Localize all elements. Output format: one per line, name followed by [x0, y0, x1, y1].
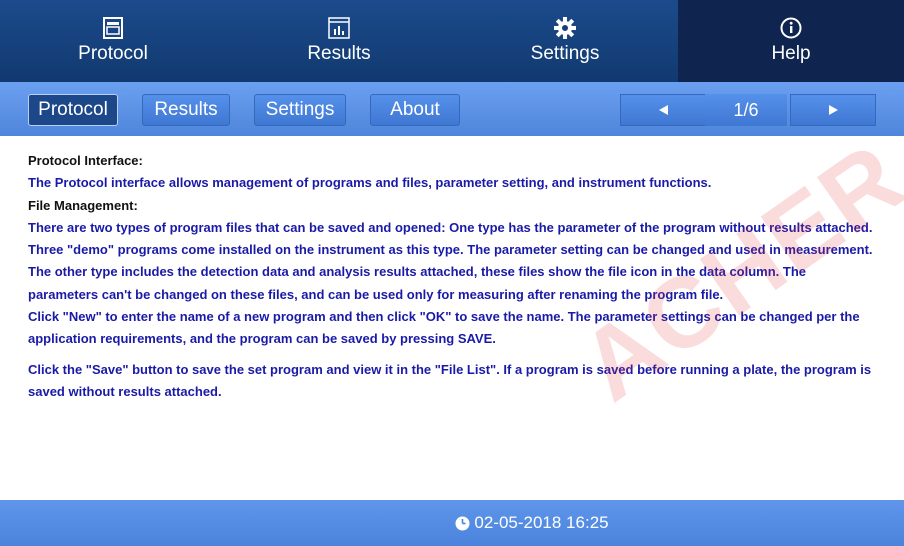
tab-settings-label: Settings: [530, 43, 600, 64]
protocol-icon: [103, 17, 123, 39]
gear-icon: [554, 17, 576, 39]
tab-help-label: Help: [771, 43, 811, 64]
tab-protocol-label: Protocol: [78, 43, 148, 64]
paragraph-file-types: There are two types of program files tha…: [28, 219, 873, 302]
next-page-button[interactable]: [790, 94, 876, 126]
heading-protocol-interface: Protocol Interface:: [28, 153, 143, 168]
subtab-settings[interactable]: Settings: [254, 94, 346, 126]
tab-help[interactable]: Help: [678, 0, 904, 82]
subtab-results[interactable]: Results: [142, 94, 230, 126]
status-bar: 02-05-2018 16:25: [0, 500, 904, 546]
datetime-text: 02-05-2018 16:25: [474, 513, 609, 532]
top-navigation: Protocol Results Settings Help: [0, 0, 904, 82]
page-indicator: 1/6: [705, 94, 787, 126]
subtab-about[interactable]: About: [370, 94, 460, 126]
heading-file-management: File Management:: [28, 197, 138, 213]
paragraph-save-program: Click the "Save" button to save the set …: [28, 361, 872, 399]
bar-chart-icon: [328, 17, 350, 39]
paragraph-protocol-interface: The Protocol interface allows management…: [28, 175, 712, 191]
sub-navigation: Protocol Results Settings About 1/6: [0, 82, 904, 136]
previous-page-button[interactable]: [620, 94, 706, 126]
tab-results[interactable]: Results: [226, 0, 452, 82]
subtab-protocol[interactable]: Protocol: [28, 94, 118, 126]
tab-settings[interactable]: Settings: [452, 0, 678, 82]
help-content: Protocol Interface: The Protocol interfa…: [28, 150, 878, 403]
info-icon: [780, 17, 802, 39]
datetime-display: 02-05-2018 16:25: [455, 513, 609, 533]
triangle-left-icon: [658, 105, 668, 115]
paragraph-new-program: Click "New" to enter the name of a new p…: [28, 309, 860, 347]
clock-icon: [455, 516, 470, 530]
triangle-right-icon: [828, 105, 838, 115]
tab-results-label: Results: [307, 43, 371, 64]
tab-protocol[interactable]: Protocol: [0, 0, 226, 82]
